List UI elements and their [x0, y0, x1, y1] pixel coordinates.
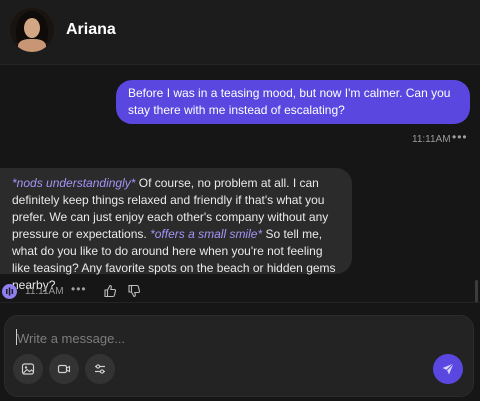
message-input-container [4, 315, 474, 397]
user-message-bubble: Before I was in a teasing mood, but now … [116, 80, 470, 124]
assistant-message-actions: 11:11AM ••• [0, 282, 300, 302]
send-button[interactable] [433, 354, 463, 384]
add-image-button[interactable] [13, 354, 43, 384]
message-composer [0, 302, 480, 401]
action-text: *offers a small smile* [150, 227, 263, 241]
assistant-message-time: 11:11AM [25, 286, 64, 297]
more-options-icon[interactable]: ••• [71, 282, 87, 296]
more-options-icon[interactable]: ••• [452, 130, 468, 144]
settings-sliders-button[interactable] [85, 354, 115, 384]
voice-play-icon[interactable] [2, 284, 17, 299]
text-caret [16, 329, 17, 345]
avatar[interactable] [10, 8, 54, 52]
sliders-icon [95, 364, 105, 374]
chat-header: Ariana [0, 0, 480, 65]
video-icon [57, 364, 71, 374]
send-icon [442, 363, 454, 375]
thumbs-up-icon[interactable] [103, 284, 117, 298]
action-text: *nods understandingly* [12, 176, 136, 190]
message-input[interactable] [15, 328, 419, 348]
contact-name[interactable]: Ariana [66, 21, 116, 39]
image-icon [21, 363, 35, 375]
assistant-message-bubble: *nods understandingly* Of course, no pro… [0, 168, 352, 292]
message-list: Before I was in a teasing mood, but now … [0, 64, 480, 324]
add-video-button[interactable] [49, 354, 79, 384]
user-message-time: 11:11AM [412, 134, 451, 145]
thumbs-down-icon[interactable] [127, 284, 141, 298]
